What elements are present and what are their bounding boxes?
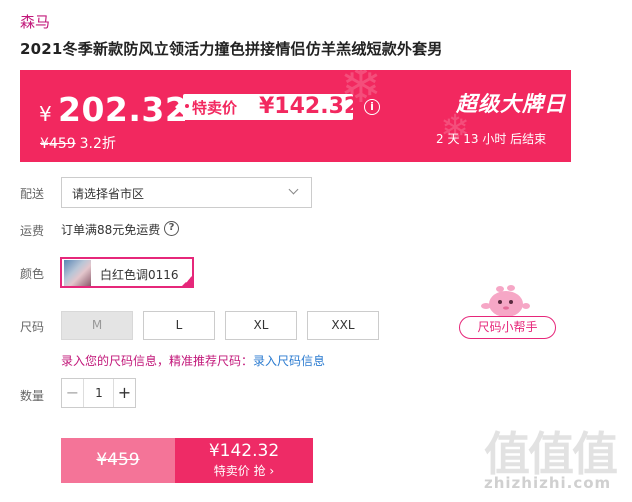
size-option-xxl[interactable]: XXL — [307, 311, 379, 340]
promo-title: 超级大牌日 — [456, 92, 566, 116]
size-info-row: 录入您的尺码信息，精准推荐尺码：录入尺码信息 — [61, 352, 325, 369]
size-info-text: 录入您的尺码信息，精准推荐尺码： — [61, 354, 254, 368]
size-helper-button[interactable]: 尺码小帮手 — [459, 316, 556, 339]
size-label: 尺码 — [20, 320, 45, 334]
question-help-icon[interactable]: ? — [164, 221, 179, 236]
shipping-info: 订单满88元免运费 — [61, 223, 161, 237]
delivery-label: 配送 — [20, 187, 45, 201]
mascot-icon — [481, 285, 530, 317]
size-info-link[interactable]: 录入尺码信息 — [253, 354, 325, 368]
color-option-label: 白红色调0116 — [100, 268, 179, 282]
quantity-plus-button[interactable]: + — [113, 379, 135, 407]
shipping-label: 运费 — [20, 224, 45, 238]
original-price: ¥459 — [40, 136, 76, 152]
buy-special-price-button[interactable]: ¥142.32 特卖价 抢 › — [175, 438, 313, 483]
discount-rate: 3.2折 — [79, 136, 116, 152]
price-banner: ❄ ❄ ¥ 202.32 特卖价 ¥142.32 i ¥459 3.2折 超级大牌… — [20, 70, 571, 162]
special-price-tag: 特卖价 ¥142.32 — [175, 94, 359, 120]
quantity-minus-button[interactable]: − — [62, 379, 84, 407]
color-label: 颜色 — [20, 267, 45, 281]
region-select[interactable]: 请选择省市区 — [61, 177, 312, 208]
size-option-xl[interactable]: XL — [225, 311, 297, 340]
special-price-label: 特卖价 — [192, 99, 238, 117]
currency-symbol: ¥ — [39, 102, 52, 126]
buy-special-price: ¥142.32 — [208, 441, 280, 461]
buy-special-label: 特卖价 抢 › — [213, 464, 275, 478]
size-option-l[interactable]: L — [143, 311, 215, 340]
color-option-selected[interactable]: 白红色调0116 ✔ — [60, 257, 194, 288]
quantity-label: 数量 — [20, 389, 45, 403]
product-title: 2021冬季新款防风立领活力撞色拼接情侣仿羊羔绒短款外套男 — [20, 40, 443, 58]
buy-original-price-button[interactable]: ¥459 — [61, 438, 175, 483]
tag-dot — [185, 104, 189, 108]
color-thumbnail — [64, 260, 91, 286]
chevron-down-icon — [288, 184, 299, 195]
watermark-url: zhizhizhi.com — [484, 474, 612, 492]
buy-original-price: ¥459 — [96, 450, 140, 470]
original-price-row: ¥459 3.2折 — [40, 133, 116, 153]
info-icon[interactable]: i — [364, 99, 380, 115]
current-price: 202.32 — [58, 90, 189, 129]
brand-name[interactable]: 森马 — [20, 11, 50, 32]
quantity-value[interactable]: 1 — [84, 379, 114, 407]
region-select-placeholder: 请选择省市区 — [72, 187, 145, 201]
check-icon: ✔ — [184, 276, 191, 285]
quantity-stepper[interactable]: − 1 + — [61, 378, 136, 408]
special-price-value: ¥142.32 — [259, 94, 360, 119]
countdown-timer: 2 天 13 小时 后结束 — [436, 132, 547, 146]
size-option-m[interactable]: M — [61, 311, 133, 340]
